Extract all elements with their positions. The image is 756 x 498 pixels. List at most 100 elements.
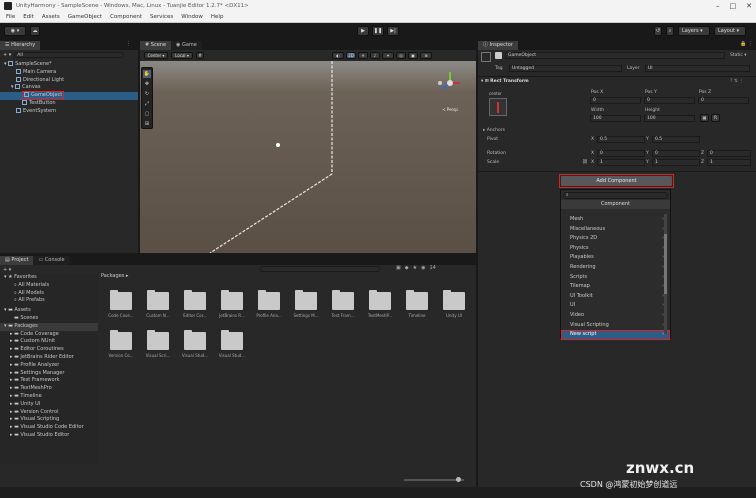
layers-dropdown[interactable]: Layers ▾ [678, 26, 710, 36]
tab-game[interactable]: ◉ Game [171, 41, 202, 50]
component-search-input[interactable]: ⌕ [563, 192, 668, 199]
hierarchy-search-input[interactable]: All [14, 51, 125, 58]
tree-favorites[interactable]: ▾ ★ Favorites [0, 274, 98, 282]
project-breadcrumb[interactable]: Packages ▸ [101, 273, 128, 279]
2d-toggle[interactable]: 2D [346, 52, 356, 59]
hierarchy-item-testbutton[interactable]: TestButton [4, 99, 138, 108]
add-component-button[interactable]: Add Component [561, 176, 672, 186]
filter-label-icon[interactable]: ◆ [405, 265, 409, 271]
menu-component[interactable]: Component [110, 14, 142, 20]
tree-item[interactable]: ⌕ All Materials [0, 282, 98, 290]
raw-edit-toggle[interactable]: R [711, 114, 720, 122]
menu-file[interactable]: File [6, 14, 15, 20]
space-dropdown[interactable]: Local ▾ [171, 52, 193, 59]
folder-item[interactable]: Profile Ana... [252, 290, 286, 318]
scene-viewport[interactable]: < Persp [140, 61, 476, 253]
slider-handle[interactable] [456, 477, 461, 482]
component-list-scrollbar[interactable] [664, 214, 667, 334]
rot-y-field[interactable]: 0 [652, 150, 700, 157]
component-item-visual-scripting[interactable]: Visual Scripting › [561, 321, 670, 331]
tag-dropdown[interactable]: Untagged [509, 65, 622, 72]
move-tool-icon[interactable]: ✥ [143, 80, 151, 88]
tree-item[interactable]: ▸ ▬ Timeline [0, 393, 98, 401]
pivot-dropdown[interactable]: Center ▾ [144, 52, 168, 59]
folder-item[interactable]: Version Co... [104, 330, 138, 358]
account-button[interactable]: ◉ ▾ [4, 26, 26, 36]
folder-item[interactable]: Timeline [400, 290, 434, 318]
play-button[interactable]: ▶ [357, 26, 369, 36]
tab-hierarchy[interactable]: ☰ Hierarchy [0, 41, 41, 50]
tree-item[interactable]: ▸ ▬ Profile Analyzer [0, 362, 98, 370]
tree-assets[interactable]: ▾ ▬ Assets [0, 307, 98, 315]
tree-item[interactable]: ⌕ All Prefabs [0, 297, 98, 305]
component-item-ui[interactable]: UI › [561, 301, 670, 311]
close-icon[interactable]: ✕ [746, 2, 752, 10]
pos-x-field[interactable]: 0 [590, 97, 641, 104]
menu-edit[interactable]: Edit [23, 14, 34, 20]
menu-assets[interactable]: Assets [42, 14, 60, 20]
tree-item[interactable]: ▸ ▬ Visual Studio Code Editor [0, 424, 98, 432]
scale-tool-icon[interactable]: ⤢ [143, 100, 151, 108]
width-field[interactable]: 100 [590, 115, 641, 122]
tree-item[interactable]: ▸ ▬ Editor Coroutines [0, 346, 98, 354]
step-button[interactable]: ▶| [387, 26, 399, 36]
icon-size-slider[interactable] [404, 477, 464, 482]
tree-item[interactable]: ▸ ▬ Visual Scripting [0, 416, 98, 424]
folder-item[interactable]: Editor Cor... [178, 290, 212, 318]
add-asset-icon[interactable]: + ▾ [3, 267, 11, 273]
layout-dropdown[interactable]: Layout ▾ [714, 26, 746, 36]
tree-item[interactable]: ⌕ All Models [0, 290, 98, 298]
inspector-menu-icon[interactable]: 🔒 ⋮ [740, 41, 753, 47]
folder-item[interactable]: TextMeshP... [363, 290, 397, 318]
lighting-icon[interactable]: ☀ [358, 52, 368, 59]
tree-item[interactable]: ▸ ▬ Unity UI [0, 401, 98, 409]
component-item-new-script[interactable]: New script › [561, 330, 670, 340]
active-checkbox[interactable] [495, 52, 502, 59]
tab-console[interactable]: ▭ Console [33, 256, 70, 265]
anchor-preset-button[interactable] [489, 98, 507, 116]
component-item-scripts[interactable]: Scripts › [561, 273, 670, 283]
rot-x-field[interactable]: 0 [597, 150, 645, 157]
folder-item[interactable]: Visual Stud... [215, 330, 249, 358]
history-icon[interactable]: ↺ [654, 26, 662, 36]
component-menu-icon[interactable]: ? ⇅ ⋮ [730, 79, 744, 84]
scale-x-field[interactable]: 1 [597, 159, 645, 166]
component-item-rendering[interactable]: Rendering › [561, 263, 670, 273]
draw-mode-icon[interactable]: ◐ [332, 52, 344, 59]
menu-services[interactable]: Services [150, 14, 173, 20]
menu-window[interactable]: Window [181, 14, 203, 20]
filter-type-icon[interactable]: ▣ [396, 265, 401, 271]
layer-dropdown[interactable]: UI [645, 65, 750, 72]
tab-scene[interactable]: # Scene [140, 41, 172, 50]
tree-item[interactable]: ▸ ▬ Custom NUnit [0, 338, 98, 346]
tree-packages[interactable]: ▾ ▬ Packages [0, 322, 98, 331]
folder-item[interactable]: Custom N... [141, 290, 175, 318]
gizmos-icon[interactable]: ⊕ [420, 52, 432, 59]
hierarchy-item-main-camera[interactable]: Main Camera [4, 68, 138, 77]
add-icon[interactable]: + ▾ [3, 52, 11, 58]
tree-item[interactable]: ▸ ▬ TextMeshPro [0, 385, 98, 393]
menu-help[interactable]: Help [211, 14, 224, 20]
component-item-ui-toolkit[interactable]: UI Toolkit › [561, 292, 670, 302]
object-name-field[interactable]: GameObject [505, 52, 725, 59]
hierarchy-item-scene[interactable]: ▾ SampleScene* [4, 61, 138, 69]
folder-item[interactable]: JetBrains R... [215, 290, 249, 318]
gameobject-gizmo[interactable] [276, 143, 280, 147]
favorite-icon[interactable]: ★ [413, 265, 417, 271]
tree-item[interactable]: ▸ ▬ Version Control [0, 409, 98, 417]
tree-item[interactable]: ▸ ▬ Settings Manager [0, 370, 98, 378]
pivot-y-field[interactable]: 0.5 [652, 136, 700, 143]
tree-item[interactable]: ▸ ▬ JetBrains Rider Editor [0, 354, 98, 362]
hidden-icon[interactable]: ◎ [396, 52, 406, 59]
component-item-physics[interactable]: Physics › [561, 244, 670, 254]
anchors-foldout[interactable]: ▸ Anchors [483, 128, 505, 133]
orientation-gizmo[interactable]: < Persp [436, 69, 464, 112]
minimize-icon[interactable]: – [716, 2, 720, 10]
menu-gameobject[interactable]: GameObject [68, 14, 102, 20]
rotate-tool-icon[interactable]: ↻ [143, 90, 151, 98]
static-toggle[interactable]: Static ▾ [730, 53, 747, 58]
tree-item[interactable]: ▸ ▬ Code Coverage [0, 331, 98, 339]
hierarchy-item-eventsystem[interactable]: EventSystem [4, 107, 138, 116]
height-field[interactable]: 100 [644, 115, 695, 122]
folder-item[interactable]: Test Fram... [326, 290, 360, 318]
